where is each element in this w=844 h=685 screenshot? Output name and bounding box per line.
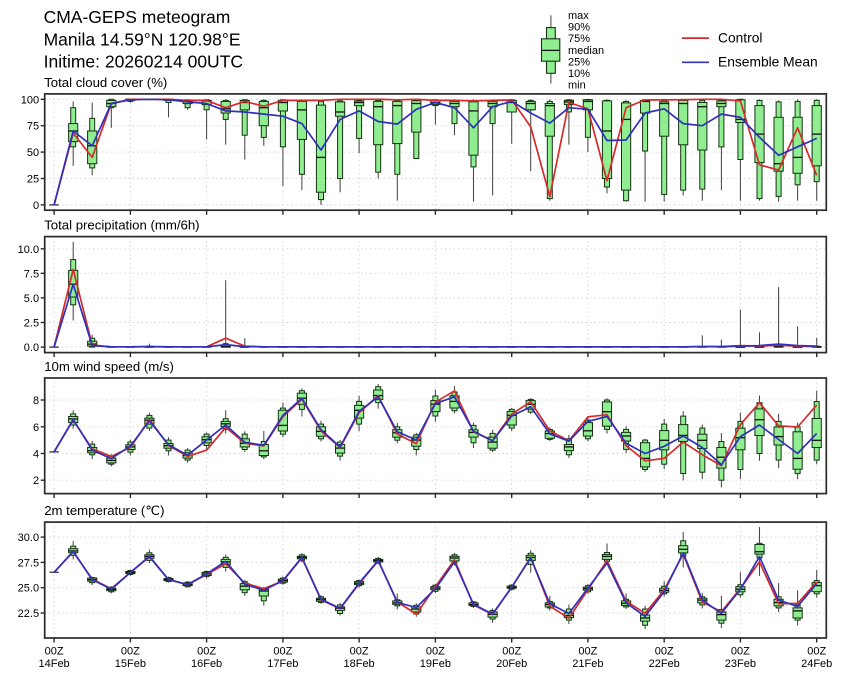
svg-text:Total cloud cover (%): Total cloud cover (%) <box>44 75 167 90</box>
svg-text:16Feb: 16Feb <box>191 658 222 670</box>
svg-text:00Z: 00Z <box>731 645 750 657</box>
svg-text:19Feb: 19Feb <box>420 658 451 670</box>
svg-text:90%: 90% <box>568 22 590 34</box>
svg-text:00Z: 00Z <box>197 645 216 657</box>
svg-text:max: max <box>568 10 589 22</box>
svg-text:median: median <box>568 45 604 57</box>
svg-text:Manila 14.59°N 120.98°E: Manila 14.59°N 120.98°E <box>44 29 241 49</box>
svg-text:27.5: 27.5 <box>18 557 39 569</box>
svg-text:00Z: 00Z <box>350 645 369 657</box>
svg-text:23Feb: 23Feb <box>725 658 756 670</box>
svg-text:75%: 75% <box>568 33 590 45</box>
svg-text:00Z: 00Z <box>655 645 674 657</box>
svg-text:00Z: 00Z <box>121 645 140 657</box>
svg-text:0.0: 0.0 <box>24 342 39 354</box>
svg-text:00Z: 00Z <box>807 645 826 657</box>
svg-text:50: 50 <box>27 147 39 159</box>
svg-text:10%: 10% <box>568 68 590 80</box>
svg-text:22Feb: 22Feb <box>649 658 680 670</box>
svg-text:17Feb: 17Feb <box>267 658 298 670</box>
svg-text:15Feb: 15Feb <box>115 658 146 670</box>
svg-text:75: 75 <box>27 121 39 133</box>
svg-text:4: 4 <box>33 449 39 461</box>
svg-text:2: 2 <box>33 475 39 487</box>
svg-text:21Feb: 21Feb <box>572 658 603 670</box>
svg-text:6: 6 <box>33 422 39 434</box>
svg-text:2.5: 2.5 <box>24 318 39 330</box>
svg-text:20Feb: 20Feb <box>496 658 527 670</box>
svg-text:10m wind speed (m/s): 10m wind speed (m/s) <box>44 359 174 374</box>
svg-text:00Z: 00Z <box>502 645 521 657</box>
svg-text:18Feb: 18Feb <box>343 658 374 670</box>
svg-text:Initime: 20260214 00UTC: Initime: 20260214 00UTC <box>44 52 243 72</box>
svg-text:14Feb: 14Feb <box>38 658 69 670</box>
svg-text:10.0: 10.0 <box>18 244 39 256</box>
svg-text:25%: 25% <box>568 56 590 68</box>
svg-text:7.5: 7.5 <box>24 268 39 280</box>
svg-text:Total precipitation (mm/6h): Total precipitation (mm/6h) <box>44 218 199 233</box>
svg-text:CMA-GEPS meteogram: CMA-GEPS meteogram <box>44 7 231 27</box>
svg-text:min: min <box>568 80 586 92</box>
svg-text:100: 100 <box>21 94 39 106</box>
svg-text:00Z: 00Z <box>578 645 597 657</box>
svg-text:5.0: 5.0 <box>24 293 39 305</box>
svg-text:22.5: 22.5 <box>18 608 39 620</box>
svg-text:Control: Control <box>718 30 762 45</box>
svg-text:30.0: 30.0 <box>18 532 39 544</box>
svg-text:2m temperature (℃): 2m temperature (℃) <box>44 503 164 518</box>
svg-text:00Z: 00Z <box>273 645 292 657</box>
svg-text:00Z: 00Z <box>45 645 64 657</box>
svg-text:24Feb: 24Feb <box>801 658 832 670</box>
svg-text:Ensemble Mean: Ensemble Mean <box>718 55 818 70</box>
svg-text:00Z: 00Z <box>426 645 445 657</box>
svg-text:8: 8 <box>33 395 39 407</box>
svg-text:25: 25 <box>27 174 39 186</box>
svg-text:25.0: 25.0 <box>18 583 39 595</box>
svg-text:0: 0 <box>33 200 39 212</box>
